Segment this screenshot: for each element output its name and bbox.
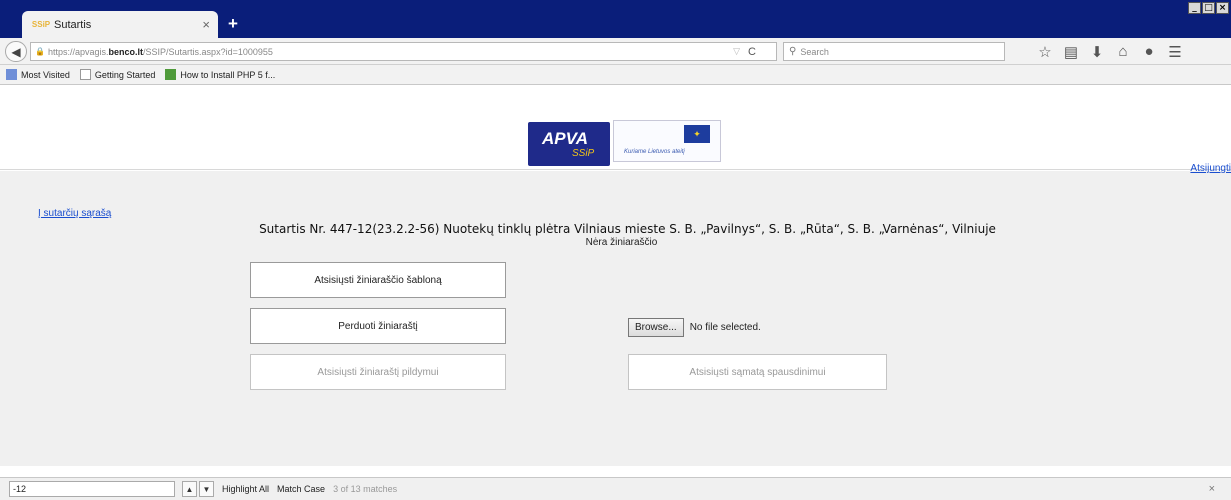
eu-logo: ✦ Kuriame Lietuvos ateitį	[613, 120, 721, 162]
title-bar: SSiP Sutartis × + _ □ ×	[0, 0, 1231, 38]
lock-icon: 🔒	[35, 47, 45, 56]
address-bar[interactable]: 🔒 https://apvagis. benco.lt/SSIP/Sutartis…	[30, 42, 777, 61]
bookmarks-bar: Most Visited Getting Started How to Inst…	[0, 65, 1231, 85]
find-previous-button[interactable]: ▲	[182, 481, 197, 497]
logout-link[interactable]: Atsijungti	[1190, 163, 1231, 174]
url-path: /SSIP/Sutartis.aspx?id=1000955	[143, 46, 273, 57]
find-input[interactable]: -12	[9, 481, 175, 497]
bookmark-label: Most Visited	[21, 69, 70, 80]
maximize-button[interactable]: □	[1202, 2, 1215, 14]
search-input[interactable]: ⚲ Search	[783, 42, 1005, 61]
bookmark-getting-started[interactable]: Getting Started	[79, 69, 156, 80]
download-estimate-button[interactable]: Atsisiųsti sąmatą spausdinimui	[628, 354, 887, 390]
bookmark-php-install[interactable]: How to Install PHP 5 f...	[165, 69, 275, 80]
chevron-down-icon: ▼	[202, 484, 211, 494]
page-icon	[79, 69, 91, 80]
toolbar-icons: ☆ ▤ ⬇ ⌂ ● ☰	[1032, 41, 1188, 62]
submit-sheet-button[interactable]: Perduoti žiniaraštį	[250, 308, 506, 344]
apva-logo: APVA SSiP	[528, 122, 610, 166]
match-case-toggle[interactable]: Match Case	[277, 484, 325, 494]
close-find-icon[interactable]: ×	[1209, 483, 1215, 495]
file-upload: Browse... No file selected.	[628, 318, 761, 337]
menu-icon[interactable]: ☰	[1162, 41, 1188, 62]
chevron-up-icon: ▲	[185, 484, 194, 494]
site-icon	[165, 69, 177, 80]
find-next-button[interactable]: ▼	[199, 481, 214, 497]
bookmark-label: Getting Started	[94, 69, 156, 80]
apva-logo-text: APVA	[542, 129, 588, 148]
search-icon: ⚲	[789, 46, 797, 57]
no-sheet-text: Nėra žiniaraščio	[585, 237, 658, 248]
page-title: Sutartis Nr. 447-12(23.2.2-56) Nuotekų t…	[259, 222, 996, 236]
url-dropdown-icon[interactable]: ▽	[733, 46, 740, 57]
eu-logo-caption: Kuriame Lietuvos ateitį	[624, 149, 685, 155]
contract-list-link[interactable]: Į sutarčių sąrašą	[38, 208, 111, 219]
find-status: 3 of 13 matches	[333, 484, 398, 494]
home-icon[interactable]: ⌂	[1110, 41, 1136, 62]
url-prefix: https://apvagis.	[47, 46, 109, 57]
download-template-button[interactable]: Atsisiųsti žiniaraščio šabloną	[250, 262, 506, 298]
new-tab-icon[interactable]: +	[228, 14, 238, 34]
close-tab-icon[interactable]: ×	[202, 17, 210, 32]
bookmark-most-visited[interactable]: Most Visited	[6, 69, 70, 80]
main-content	[0, 171, 1231, 466]
downloads-icon[interactable]: ⬇	[1084, 41, 1110, 62]
window-controls: _ □ ×	[1188, 2, 1229, 14]
navigation-bar: ◀ 🔒 https://apvagis. benco.lt/SSIP/Sutart…	[0, 38, 1231, 65]
folder-icon	[6, 69, 17, 80]
reading-list-icon[interactable]: ▤	[1058, 41, 1084, 62]
bookmark-star-icon[interactable]: ☆	[1032, 41, 1058, 62]
close-window-button[interactable]: ×	[1216, 2, 1229, 14]
url-host: benco.lt	[108, 46, 144, 57]
chat-icon[interactable]: ●	[1136, 41, 1162, 62]
bookmark-label: How to Install PHP 5 f...	[180, 69, 276, 80]
reload-icon[interactable]: C	[748, 46, 756, 58]
page-header: APVA SSiP ✦ Kuriame Lietuvos ateitį	[0, 86, 1231, 170]
download-fill-button[interactable]: Atsisiųsti žiniaraštį pildymui	[250, 354, 506, 390]
back-arrow-icon: ◀	[11, 44, 21, 59]
back-button[interactable]: ◀	[5, 41, 27, 62]
file-status: No file selected.	[689, 322, 761, 333]
highlight-all-toggle[interactable]: Highlight All	[222, 484, 269, 494]
tab-title: Sutartis	[54, 18, 92, 31]
tab-favicon-icon: SSiP	[31, 20, 51, 29]
find-bar: -12 ▲ ▼ Highlight All Match Case 3 of 13…	[0, 477, 1231, 500]
apva-logo-subtext: SSiP	[572, 148, 595, 159]
browse-button[interactable]: Browse...	[628, 318, 684, 337]
browser-tab[interactable]: SSiP Sutartis ×	[22, 11, 218, 38]
minimize-button[interactable]: _	[1188, 2, 1201, 14]
search-placeholder: Search	[800, 46, 829, 57]
eu-flag-icon: ✦	[684, 125, 710, 143]
